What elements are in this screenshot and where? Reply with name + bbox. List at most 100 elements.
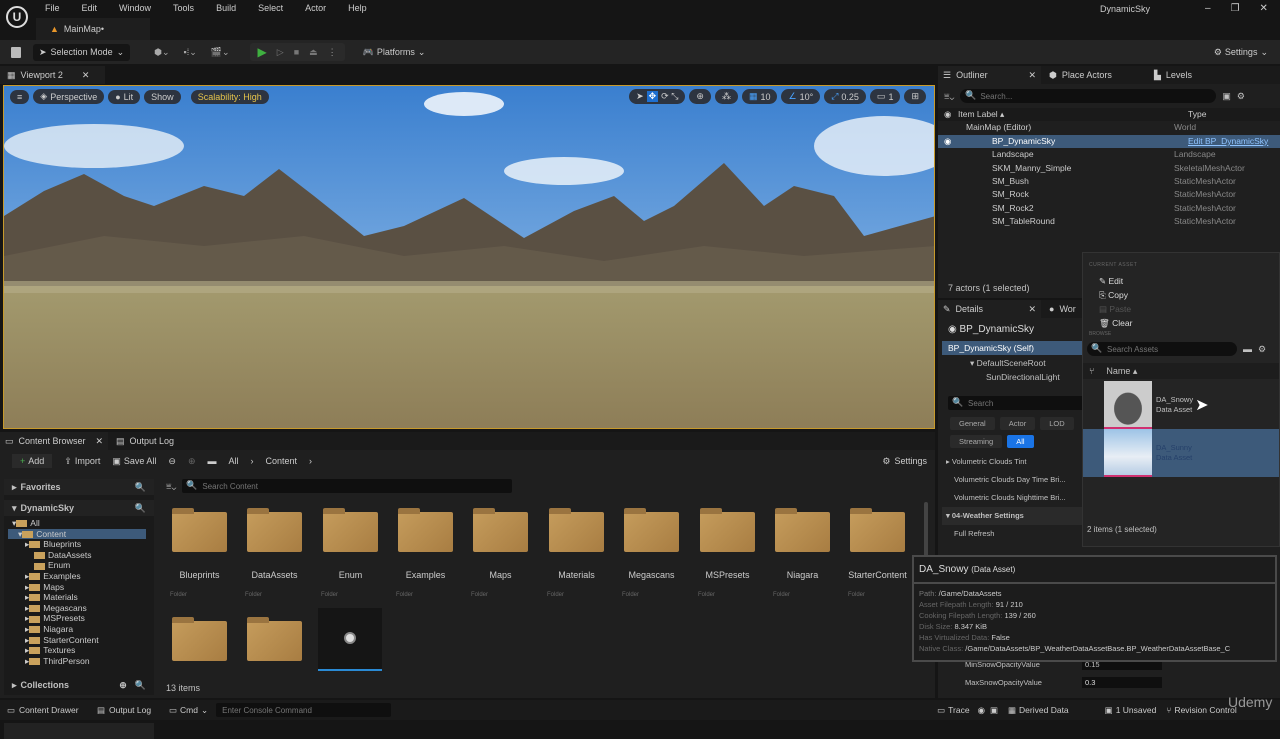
more-options-icon[interactable]: ⋮ xyxy=(328,47,337,58)
restore-icon[interactable]: ❐ xyxy=(1231,3,1240,14)
save-icon[interactable] xyxy=(11,46,21,58)
visibility-icon[interactable]: ◉ xyxy=(944,108,958,121)
filter-streaming[interactable]: Streaming xyxy=(950,435,1003,448)
component-self[interactable]: BP_DynamicSky (Self) xyxy=(942,341,1082,355)
folder-textures[interactable] xyxy=(162,617,237,661)
folder-mspresets[interactable]: MSPresets Folder xyxy=(690,508,765,598)
tab-details[interactable]: ✎ Details ✕ xyxy=(938,300,1041,318)
menu-build[interactable]: Build xyxy=(216,3,236,13)
import-button[interactable]: ⇪ Import xyxy=(64,456,100,467)
map-asset-tile[interactable] xyxy=(318,608,382,671)
folder-megascans[interactable]: Megascans Folder xyxy=(614,508,689,598)
menu-help[interactable]: Help xyxy=(348,3,367,13)
breadcrumb-content[interactable]: Content xyxy=(266,456,298,466)
tree-item-thirdperson[interactable]: ▸ ThirdPerson xyxy=(8,656,154,667)
folder-maps[interactable]: Maps Folder xyxy=(463,508,538,598)
tree-item-maps[interactable]: ▸ Maps xyxy=(8,582,154,593)
outliner-row-selected[interactable]: ◉ BP_DynamicSky Edit BP_DynamicSky xyxy=(938,134,1280,149)
filter-all[interactable]: All xyxy=(1007,435,1034,448)
minimize-icon[interactable]: – xyxy=(1205,3,1211,14)
tab-world-settings[interactable]: ● Wor xyxy=(1041,304,1076,314)
folder-dataassets[interactable]: DataAssets Folder xyxy=(237,508,312,598)
project-section[interactable]: ▾ DynamicSky 🔍 xyxy=(4,500,154,516)
visibility-icon[interactable]: ◉ xyxy=(938,135,952,148)
outliner-row[interactable]: SM_Rock2 StaticMeshActor xyxy=(938,202,1280,215)
play-icon[interactable]: ▶ xyxy=(258,45,267,59)
cmd-dropdown[interactable]: ▭ Cmd ⌄ xyxy=(160,705,208,716)
outliner-row[interactable]: Landscape Landscape xyxy=(938,148,1280,161)
tree-item-examples[interactable]: ▸ Examples xyxy=(8,571,154,582)
outliner-row[interactable]: MainMap (Editor) World xyxy=(938,121,1280,134)
tree-item-textures[interactable]: ▸ Textures xyxy=(8,645,154,656)
platforms-button[interactable]: 🎮 Platforms ⌄ xyxy=(363,47,426,58)
tab-levels[interactable]: ▙ Levels xyxy=(1146,70,1192,81)
advance-frame-icon[interactable]: ▷ xyxy=(277,47,284,58)
perspective-button[interactable]: ◈ Perspective xyxy=(33,89,105,104)
asset-search[interactable]: 🔍 xyxy=(1087,342,1237,356)
asset-search-input[interactable] xyxy=(1087,342,1237,356)
tree-item-enum[interactable]: Enum xyxy=(8,560,154,571)
close-tab-icon[interactable]: ✕ xyxy=(95,436,103,447)
scale-snap-button[interactable]: ⤢ 0.25 xyxy=(824,89,866,104)
tree-item-all[interactable]: ▾ All xyxy=(8,518,154,529)
camera-speed-button[interactable]: ▭ 1 xyxy=(869,89,901,104)
save-all-button[interactable]: ▣ Save All xyxy=(112,456,156,467)
gear-icon[interactable]: ⚙ xyxy=(1258,344,1266,355)
folder-enum[interactable]: Enum Folder xyxy=(313,508,388,598)
folder-materials[interactable]: Materials Folder xyxy=(539,508,614,598)
outliner-search-input[interactable] xyxy=(960,89,1217,103)
unsaved-button[interactable]: ▣ 1 Unsaved xyxy=(1105,705,1157,716)
folder-blueprints[interactable]: Blueprints Folder xyxy=(162,508,237,598)
level-tab[interactable]: ▲ MainMap• xyxy=(36,18,150,40)
copy-menu-item[interactable]: ⎘ Copy xyxy=(1099,288,1279,302)
search-icon[interactable]: 🔍 xyxy=(135,503,146,514)
content-search[interactable]: 🔍 xyxy=(182,479,513,493)
back-icon[interactable]: ⊖ xyxy=(168,456,176,467)
breadcrumb-all[interactable]: All xyxy=(228,456,238,466)
edit-menu-item[interactable]: ✎ Edit xyxy=(1099,274,1279,288)
scalability-button[interactable]: Scalability: High xyxy=(190,89,269,104)
menu-actor[interactable]: Actor xyxy=(305,3,326,13)
blueprint-icon[interactable]: ▪⁞⌄ xyxy=(184,47,197,58)
trace-button[interactable]: ▭ Trace xyxy=(937,705,969,716)
show-button[interactable]: Show xyxy=(144,89,181,104)
angle-snap-button[interactable]: ∠ 10° xyxy=(781,89,821,104)
output-log-button[interactable]: ▤ Output Log xyxy=(88,705,160,716)
asset-item-snowy[interactable]: DA_Snowy Data Asset ➤ xyxy=(1083,381,1279,429)
filter-lod[interactable]: LOD xyxy=(1040,417,1074,430)
name-column-header[interactable]: Name ▴ xyxy=(1106,366,1137,377)
layout-icon[interactable]: ⊞ xyxy=(904,89,926,104)
move-icon[interactable]: ✥ xyxy=(646,91,659,102)
menu-tools[interactable]: Tools xyxy=(173,3,194,13)
menu-select[interactable]: Select xyxy=(258,3,283,13)
content-drawer-button[interactable]: ▭ Content Drawer xyxy=(0,705,88,716)
cinematics-icon[interactable]: 🎬⌄ xyxy=(211,47,230,58)
folder-examples[interactable]: Examples Folder xyxy=(388,508,463,598)
eject-icon[interactable]: ⏏ xyxy=(309,47,318,58)
outliner-row[interactable]: SM_Bush StaticMeshActor xyxy=(938,175,1280,188)
surface-snap-icon[interactable]: ⁂ xyxy=(714,89,738,104)
content-search-input[interactable] xyxy=(182,479,513,493)
tab-place-actors[interactable]: ⬢ Place Actors xyxy=(1041,70,1146,81)
derived-data-button[interactable]: ▦ Derived Data xyxy=(1008,705,1069,716)
gear-icon[interactable]: ⚙ xyxy=(1237,91,1245,102)
screenshot-icon[interactable]: ▣ xyxy=(990,705,998,716)
add-folder-icon[interactable]: ▣ xyxy=(1222,91,1231,102)
folder-niagara[interactable]: Niagara Folder xyxy=(765,508,840,598)
outliner-search[interactable]: 🔍 xyxy=(960,89,1217,103)
tab-content-browser[interactable]: ▭ Content Browser ✕ xyxy=(0,432,108,450)
content-settings-button[interactable]: ⚙ Settings xyxy=(882,456,927,467)
type-header[interactable]: Type xyxy=(1188,108,1206,121)
close-icon[interactable]: ✕ xyxy=(1260,3,1268,14)
viewport-options-button[interactable]: ≡ xyxy=(10,89,30,104)
add-collection-icon[interactable]: ⊕ xyxy=(119,680,127,691)
tree-item-mspresets[interactable]: ▸ MSPresets xyxy=(8,613,154,624)
close-tab-icon[interactable]: ✕ xyxy=(82,70,90,81)
forward-icon[interactable]: ⊕ xyxy=(188,456,196,467)
stop-icon[interactable]: ■ xyxy=(294,47,299,57)
revision-control-button[interactable]: ⑂ Revision Control xyxy=(1166,705,1236,715)
tree-item-megascans[interactable]: ▸ Megascans xyxy=(8,603,154,614)
folder-icon[interactable]: ▬ xyxy=(1243,344,1252,354)
grid-snap-button[interactable]: ▦ 10 xyxy=(741,89,778,104)
transform-tools[interactable]: ➤ ✥ ⟳ ⤡ xyxy=(629,89,686,104)
